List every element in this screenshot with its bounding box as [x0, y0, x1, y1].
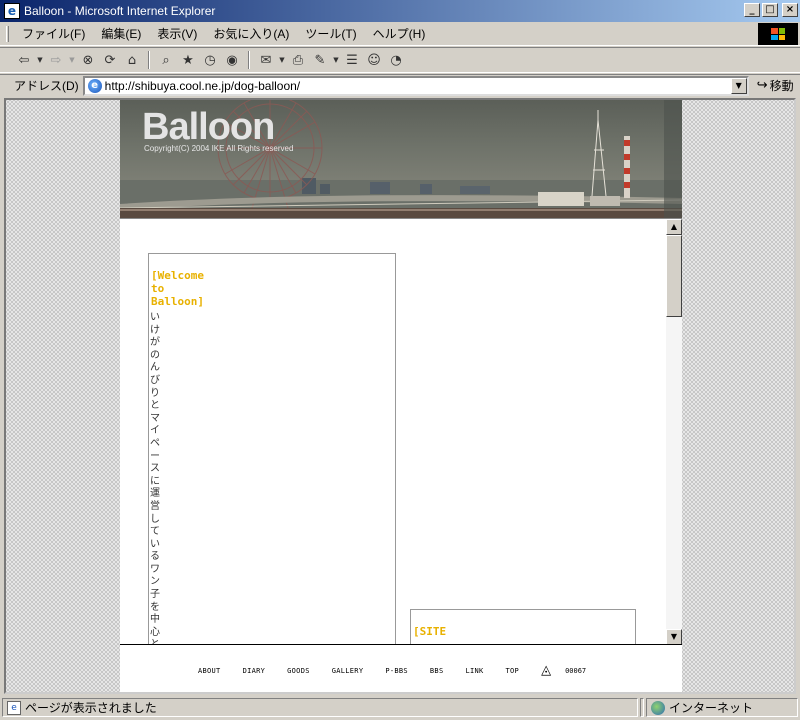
nav-top[interactable]: TOP	[506, 667, 520, 675]
status-cell	[640, 698, 644, 717]
site-box-heading: [SITE	[413, 625, 447, 638]
mail-dropdown-icon[interactable]: ▼	[278, 56, 286, 64]
window-title-bar: e Balloon - Microsoft Internet Explorer …	[0, 0, 800, 22]
toolbar-separator	[248, 51, 250, 69]
menu-edit[interactable]: 編集(E)	[93, 23, 149, 44]
welcome-heading-line: [Welcome	[151, 269, 204, 282]
status-bar: e ページが表示されました インターネット	[0, 696, 800, 720]
stop-icon[interactable]: ⊗	[78, 50, 98, 70]
address-bar: アドレス(D) e http://shibuya.cool.ne.jp/dog-…	[0, 74, 800, 96]
site-box: [SITE	[410, 609, 636, 644]
close-button[interactable]: ×	[782, 3, 798, 17]
messenger-icon[interactable]: ☺	[364, 50, 384, 70]
back-icon[interactable]: ⇦	[14, 50, 34, 70]
go-label: 移動	[769, 79, 794, 93]
edit-dropdown-icon[interactable]: ▼	[332, 56, 340, 64]
toolbar-separator	[148, 51, 150, 69]
security-zone: インターネット	[669, 701, 754, 715]
scroll-thumb[interactable]	[666, 235, 682, 317]
history-icon[interactable]: ◷	[200, 50, 220, 70]
welcome-text: いけがのんびりとマイペースに運営しているワン子を中心とした趣	[150, 312, 160, 644]
forward-icon[interactable]: ⇨	[46, 50, 66, 70]
site-title: Balloon	[142, 106, 275, 148]
scroll-down-icon[interactable]: ▼	[666, 629, 682, 644]
nav-links: ABOUT DIARY GOODS GALLERY P-BBS BBS LINK…	[198, 663, 586, 678]
print-icon[interactable]: ⎙	[288, 50, 308, 70]
welcome-heading-line: Balloon]	[151, 295, 204, 308]
minimize-button[interactable]: _	[744, 3, 760, 17]
status-message-panel: e ページが表示されました	[2, 698, 638, 717]
nav-bbs[interactable]: BBS	[430, 667, 444, 675]
globe-icon	[651, 700, 665, 715]
dog-face-icon: ◬	[541, 663, 552, 678]
menu-favorites[interactable]: お気に入り(A)	[205, 23, 297, 44]
page-icon: e	[87, 78, 102, 93]
site-container: Balloon Copyright(C) 2004 IKE All Rights…	[120, 100, 682, 692]
standard-toolbar: ⇦ ▼ ⇨ ▼ ⊗ ⟳ ⌂ ⌕ ★ ◷ ◉ ✉ ▼ ⎙ ✎ ▼ ☰ ☺ ◔	[0, 47, 800, 73]
window-title: Balloon - Microsoft Internet Explorer	[24, 4, 216, 18]
nav-gallery[interactable]: GALLERY	[332, 667, 364, 675]
go-arrow-icon: ↪	[756, 78, 768, 93]
security-zone-panel: インターネット	[646, 698, 798, 717]
scroll-up-icon[interactable]: ▲	[666, 219, 682, 235]
nav-about[interactable]: ABOUT	[198, 667, 221, 675]
content-frame: [Welcome to Balloon] いけがのんびりとマイペースに運営してい…	[120, 218, 682, 644]
ie-icon: e	[4, 3, 20, 19]
frame-scrollbar[interactable]: ▲ ▼	[666, 219, 682, 644]
nav-goods[interactable]: GOODS	[287, 667, 310, 675]
nav-p-bbs[interactable]: P-BBS	[385, 667, 408, 675]
menu-tools[interactable]: ツール(T)	[297, 23, 364, 44]
research-icon[interactable]: ◔	[386, 50, 406, 70]
media-icon[interactable]: ◉	[222, 50, 242, 70]
menu-bar: ファイル(F) 編集(E) 表示(V) お気に入り(A) ツール(T) ヘルプ(…	[0, 22, 800, 46]
browser-viewport: Balloon Copyright(C) 2004 IKE All Rights…	[4, 98, 796, 694]
refresh-icon[interactable]: ⟳	[100, 50, 120, 70]
forward-dropdown-icon[interactable]: ▼	[68, 56, 76, 64]
go-button[interactable]: ↪ 移動	[757, 77, 794, 94]
windows-logo	[758, 23, 798, 45]
discuss-icon[interactable]: ☰	[342, 50, 362, 70]
menu-view[interactable]: 表示(V)	[149, 23, 205, 44]
menu-file[interactable]: ファイル(F)	[14, 23, 93, 44]
maximize-button[interactable]: □	[762, 3, 778, 17]
nav-link[interactable]: LINK	[465, 667, 483, 675]
address-label: アドレス(D)	[14, 79, 79, 93]
menubar-grip[interactable]	[6, 26, 9, 42]
page-done-icon: e	[7, 700, 21, 715]
header-banner: Balloon Copyright(C) 2004 IKE All Rights…	[120, 100, 682, 218]
nav-diary[interactable]: DIARY	[243, 667, 266, 675]
welcome-box: [Welcome to Balloon] いけがのんびりとマイペースに運営してい…	[148, 253, 396, 644]
windows-flag-icon	[771, 28, 785, 40]
address-url[interactable]: http://shibuya.cool.ne.jp/dog-balloon/	[105, 79, 300, 93]
access-counter: 00067	[565, 666, 587, 675]
address-dropdown-icon[interactable]: ▼	[730, 77, 747, 94]
address-input[interactable]: e http://shibuya.cool.ne.jp/dog-balloon/…	[82, 75, 749, 96]
back-dropdown-icon[interactable]: ▼	[36, 56, 44, 64]
search-icon[interactable]: ⌕	[156, 50, 176, 70]
site-copyright: Copyright(C) 2004 IKE All Rights reserve…	[144, 144, 294, 153]
site-nav: ABOUT DIARY GOODS GALLERY P-BBS BBS LINK…	[120, 644, 682, 692]
edit-icon[interactable]: ✎	[310, 50, 330, 70]
mail-icon[interactable]: ✉	[256, 50, 276, 70]
home-icon[interactable]: ⌂	[122, 50, 142, 70]
favorites-icon[interactable]: ★	[178, 50, 198, 70]
status-message: ページが表示されました	[25, 701, 157, 715]
window-controls: _ □ ×	[744, 3, 798, 17]
welcome-heading-line: to	[151, 282, 165, 295]
menu-help[interactable]: ヘルプ(H)	[365, 23, 434, 44]
welcome-heading: [Welcome to Balloon]	[150, 269, 216, 308]
